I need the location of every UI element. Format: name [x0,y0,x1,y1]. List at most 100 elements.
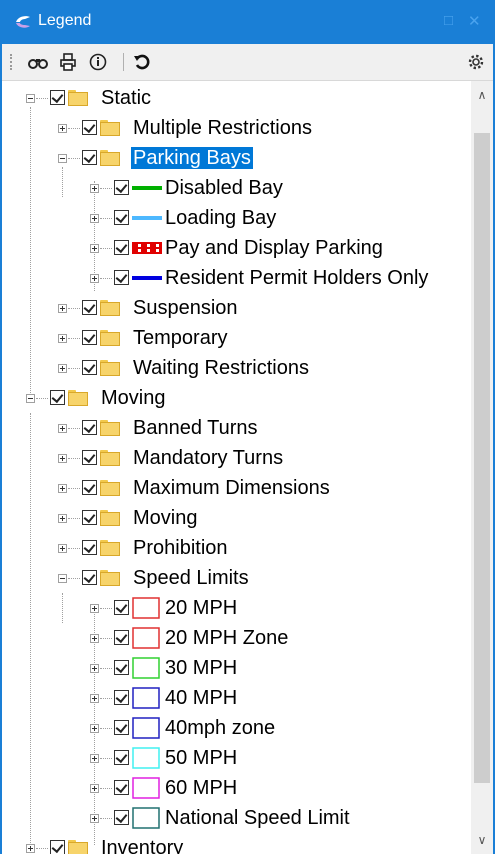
legend-item-20-mph-zone[interactable]: 20 MPH Zone [2,623,462,653]
collapse-toggle[interactable] [58,574,67,583]
expand-toggle[interactable] [58,484,67,493]
legend-item-50-mph[interactable]: 50 MPH [2,743,462,773]
green-line-symbol-icon [132,186,162,190]
expand-toggle[interactable] [90,694,99,703]
expand-toggle[interactable] [90,814,99,823]
tree-node-banned-turns[interactable]: Banned Turns [2,413,462,443]
tree-node-moving-group[interactable]: Moving [2,383,462,413]
expand-toggle[interactable] [58,304,67,313]
gear-icon [468,54,484,70]
checkbox[interactable] [114,690,129,705]
legend-item-20-mph[interactable]: 20 MPH [2,593,462,623]
legend-item-pay-and-display[interactable]: Pay and Display Parking [2,233,462,263]
checkbox[interactable] [50,840,65,854]
expand-toggle[interactable] [58,334,67,343]
checkbox[interactable] [82,120,97,135]
node-label: Waiting Restrictions [133,357,309,379]
node-label: Pay and Display Parking [165,237,383,259]
expand-toggle[interactable] [90,244,99,253]
checkbox[interactable] [114,630,129,645]
node-label: Static [101,87,152,109]
expand-toggle[interactable] [90,214,99,223]
checkbox[interactable] [114,240,129,255]
expand-toggle[interactable] [58,514,67,523]
checkbox[interactable] [82,420,97,435]
legend-item-40-mph[interactable]: 40 MPH [2,683,462,713]
checkbox[interactable] [114,210,129,225]
settings-button[interactable] [464,50,488,74]
node-label: Inventory [101,837,184,854]
expand-toggle[interactable] [90,634,99,643]
magenta-area-symbol-icon [132,777,160,799]
checkbox[interactable] [82,150,97,165]
tree-node-moving[interactable]: Moving [2,503,462,533]
tree-node-suspension[interactable]: Suspension [2,293,462,323]
close-button[interactable]: ✕ [468,12,481,30]
toolbar-grip[interactable] [10,54,14,70]
expand-toggle[interactable] [26,844,35,853]
checkbox[interactable] [82,450,97,465]
checkbox[interactable] [114,780,129,795]
refresh-button[interactable] [130,50,154,74]
collapse-toggle[interactable] [58,154,67,163]
checkbox[interactable] [114,600,129,615]
legend-item-loading-bay[interactable]: Loading Bay [2,203,462,233]
tree-node-static[interactable]: Static [2,83,462,113]
expand-toggle[interactable] [90,754,99,763]
legend-item-40mph-zone[interactable]: 40mph zone [2,713,462,743]
checkbox[interactable] [114,180,129,195]
checkbox[interactable] [50,390,65,405]
checkbox[interactable] [114,660,129,675]
expand-toggle[interactable] [58,454,67,463]
expand-toggle[interactable] [58,424,67,433]
checkbox[interactable] [82,360,97,375]
tree-node-prohibition[interactable]: Prohibition [2,533,462,563]
print-button[interactable] [56,50,80,74]
legend-item-60-mph[interactable]: 60 MPH [2,773,462,803]
tree-node-waiting-restrictions[interactable]: Waiting Restrictions [2,353,462,383]
tree-node-parking-bays[interactable]: Parking Bays [2,143,462,173]
vertical-scrollbar[interactable]: ∧ ∨ [471,81,493,854]
expand-toggle[interactable] [90,274,99,283]
expand-toggle[interactable] [58,364,67,373]
expand-toggle[interactable] [58,544,67,553]
checkbox[interactable] [82,300,97,315]
legend-item-disabled-bay[interactable]: Disabled Bay [2,173,462,203]
expand-toggle[interactable] [90,604,99,613]
checkbox[interactable] [82,570,97,585]
checkbox[interactable] [82,330,97,345]
tree-node-maximum-dimensions[interactable]: Maximum Dimensions [2,473,462,503]
scrollbar-thumb[interactable] [474,133,490,783]
tree-connector [100,818,112,820]
legend-item-30-mph[interactable]: 30 MPH [2,653,462,683]
red-area-symbol-icon [132,627,160,649]
expand-toggle[interactable] [90,784,99,793]
refresh-icon [134,54,150,70]
checkbox[interactable] [114,720,129,735]
checkbox[interactable] [82,540,97,555]
checkbox[interactable] [114,750,129,765]
tree-node-temporary[interactable]: Temporary [2,323,462,353]
checkbox[interactable] [82,510,97,525]
tree-node-inventory[interactable]: Inventory [2,833,462,854]
scroll-up-icon[interactable]: ∧ [476,89,488,101]
legend-item-resident-permit[interactable]: Resident Permit Holders Only [2,263,462,293]
checkbox[interactable] [114,270,129,285]
expand-toggle[interactable] [58,124,67,133]
expand-toggle[interactable] [90,664,99,673]
find-button[interactable] [26,50,50,74]
collapse-toggle[interactable] [26,94,35,103]
tree-node-speed-limits[interactable]: Speed Limits [2,563,462,593]
scroll-down-icon[interactable]: ∨ [476,834,488,846]
maximize-button[interactable]: □ [444,12,453,29]
tree-node-mandatory-turns[interactable]: Mandatory Turns [2,443,462,473]
checkbox[interactable] [114,810,129,825]
info-button[interactable] [86,50,110,74]
expand-toggle[interactable] [90,724,99,733]
expand-toggle[interactable] [90,184,99,193]
checkbox[interactable] [82,480,97,495]
tree-node-multiple-restrictions[interactable]: Multiple Restrictions [2,113,462,143]
checkbox[interactable] [50,90,65,105]
legend-item-national-speed-limit[interactable]: National Speed Limit [2,803,462,833]
collapse-toggle[interactable] [26,394,35,403]
